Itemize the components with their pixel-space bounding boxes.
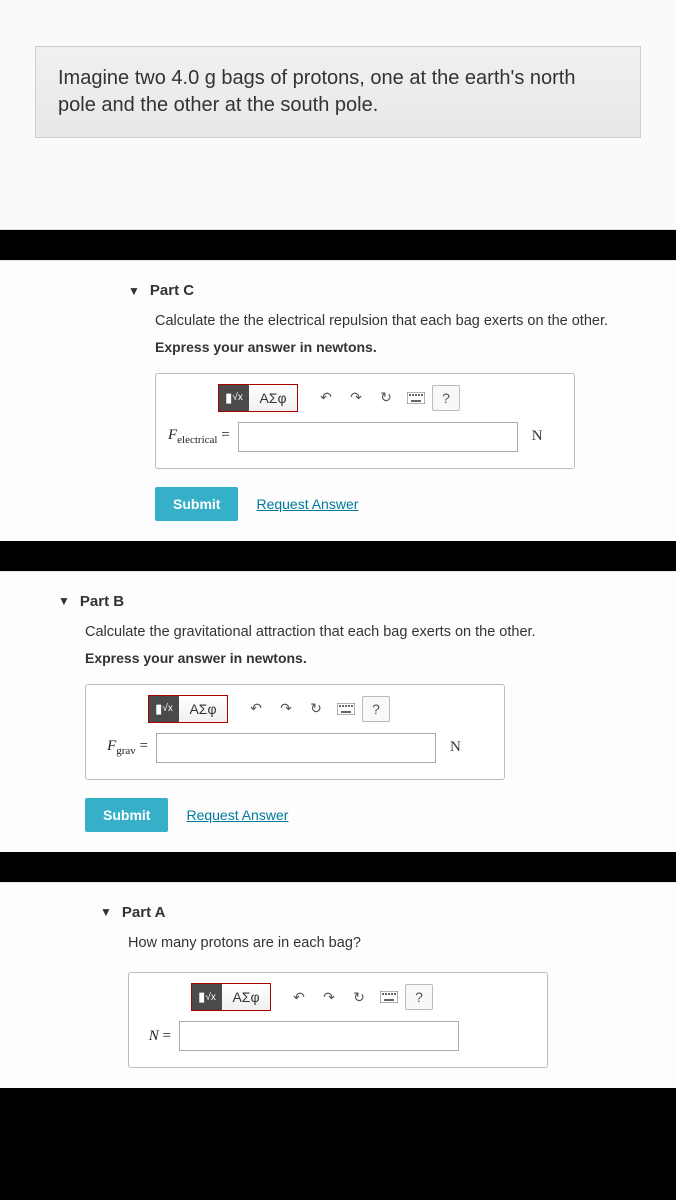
keyboard-button[interactable]: [402, 385, 430, 411]
tool-group: ▮√x ΑΣφ: [191, 983, 271, 1011]
part-c-prompt: Calculate the the electrical repulsion t…: [155, 311, 648, 333]
part-c-header[interactable]: ▼ Part C: [0, 262, 676, 311]
caret-down-icon: ▼: [100, 905, 112, 919]
submit-button[interactable]: Submit: [155, 487, 238, 521]
part-a-variable-label: N =: [141, 1028, 171, 1045]
part-b-header[interactable]: ▼ Part B: [0, 573, 676, 622]
reset-button[interactable]: ↻: [302, 696, 330, 722]
toolbar: ▮√x ΑΣφ ↶ ↷ ↻ ?: [98, 695, 492, 723]
part-b-instruction: Express your answer in newtons.: [85, 650, 648, 666]
help-button[interactable]: ?: [362, 696, 390, 722]
redo-button[interactable]: ↷: [342, 385, 370, 411]
keyboard-icon: [380, 991, 398, 1003]
request-answer-link[interactable]: Request Answer: [256, 496, 358, 512]
keyboard-button[interactable]: [375, 984, 403, 1010]
part-c-answer-input[interactable]: [238, 422, 518, 452]
tool-group: ▮√x ΑΣφ: [148, 695, 228, 723]
submit-button[interactable]: Submit: [85, 798, 168, 832]
undo-button[interactable]: ↶: [312, 385, 340, 411]
help-button[interactable]: ?: [432, 385, 460, 411]
part-b-block: ▼ Part B Calculate the gravitational att…: [0, 571, 676, 852]
part-b-input-area: ▮√x ΑΣφ ↶ ↷ ↻ ? Fgrav = N: [85, 684, 505, 780]
part-b-title: Part B: [80, 593, 124, 610]
part-c-input-area: ▮√x ΑΣφ ↶ ↷ ↻ ? Felectrical = N: [155, 373, 575, 469]
part-a-header[interactable]: ▼ Part A: [0, 884, 676, 933]
toolbar: ▮√x ΑΣφ ↶ ↷ ↻ ?: [141, 983, 535, 1011]
part-b-prompt: Calculate the gravitational attraction t…: [85, 622, 648, 644]
templates-button[interactable]: ▮√x: [219, 385, 249, 411]
part-c-variable-label: Felectrical =: [168, 427, 230, 446]
caret-down-icon: ▼: [128, 284, 140, 298]
keyboard-icon: [337, 703, 355, 715]
symbols-button[interactable]: ΑΣφ: [249, 385, 297, 411]
reset-button[interactable]: ↻: [372, 385, 400, 411]
redo-button[interactable]: ↷: [315, 984, 343, 1010]
part-a-input-area: ▮√x ΑΣφ ↶ ↷ ↻ ? N =: [128, 972, 548, 1068]
part-b-variable-label: Fgrav =: [98, 738, 148, 757]
part-a-block: ▼ Part A How many protons are in each ba…: [0, 882, 676, 1089]
keyboard-button[interactable]: [332, 696, 360, 722]
problem-statement: Imagine two 4.0 g bags of protons, one a…: [35, 46, 641, 138]
symbols-button[interactable]: ΑΣφ: [179, 696, 227, 722]
part-b-unit: N: [450, 739, 461, 756]
problem-block: Imagine two 4.0 g bags of protons, one a…: [0, 0, 676, 230]
toolbar: ▮√x ΑΣφ ↶ ↷ ↻ ?: [168, 384, 562, 412]
part-c-instruction: Express your answer in newtons.: [155, 339, 648, 355]
tool-group: ▮√x ΑΣφ: [218, 384, 298, 412]
help-button[interactable]: ?: [405, 984, 433, 1010]
symbols-button[interactable]: ΑΣφ: [222, 984, 270, 1010]
part-b-answer-input[interactable]: [156, 733, 436, 763]
part-a-title: Part A: [122, 904, 166, 921]
caret-down-icon: ▼: [58, 594, 70, 608]
templates-button[interactable]: ▮√x: [149, 696, 179, 722]
part-c-unit: N: [532, 428, 543, 445]
part-a-prompt: How many protons are in each bag?: [128, 933, 648, 955]
templates-button[interactable]: ▮√x: [192, 984, 222, 1010]
request-answer-link[interactable]: Request Answer: [186, 807, 288, 823]
undo-button[interactable]: ↶: [285, 984, 313, 1010]
redo-button[interactable]: ↷: [272, 696, 300, 722]
undo-button[interactable]: ↶: [242, 696, 270, 722]
part-a-answer-input[interactable]: [179, 1021, 459, 1051]
part-c-block: ▼ Part C Calculate the the electrical re…: [0, 260, 676, 541]
keyboard-icon: [407, 392, 425, 404]
part-c-title: Part C: [150, 282, 194, 299]
reset-button[interactable]: ↻: [345, 984, 373, 1010]
